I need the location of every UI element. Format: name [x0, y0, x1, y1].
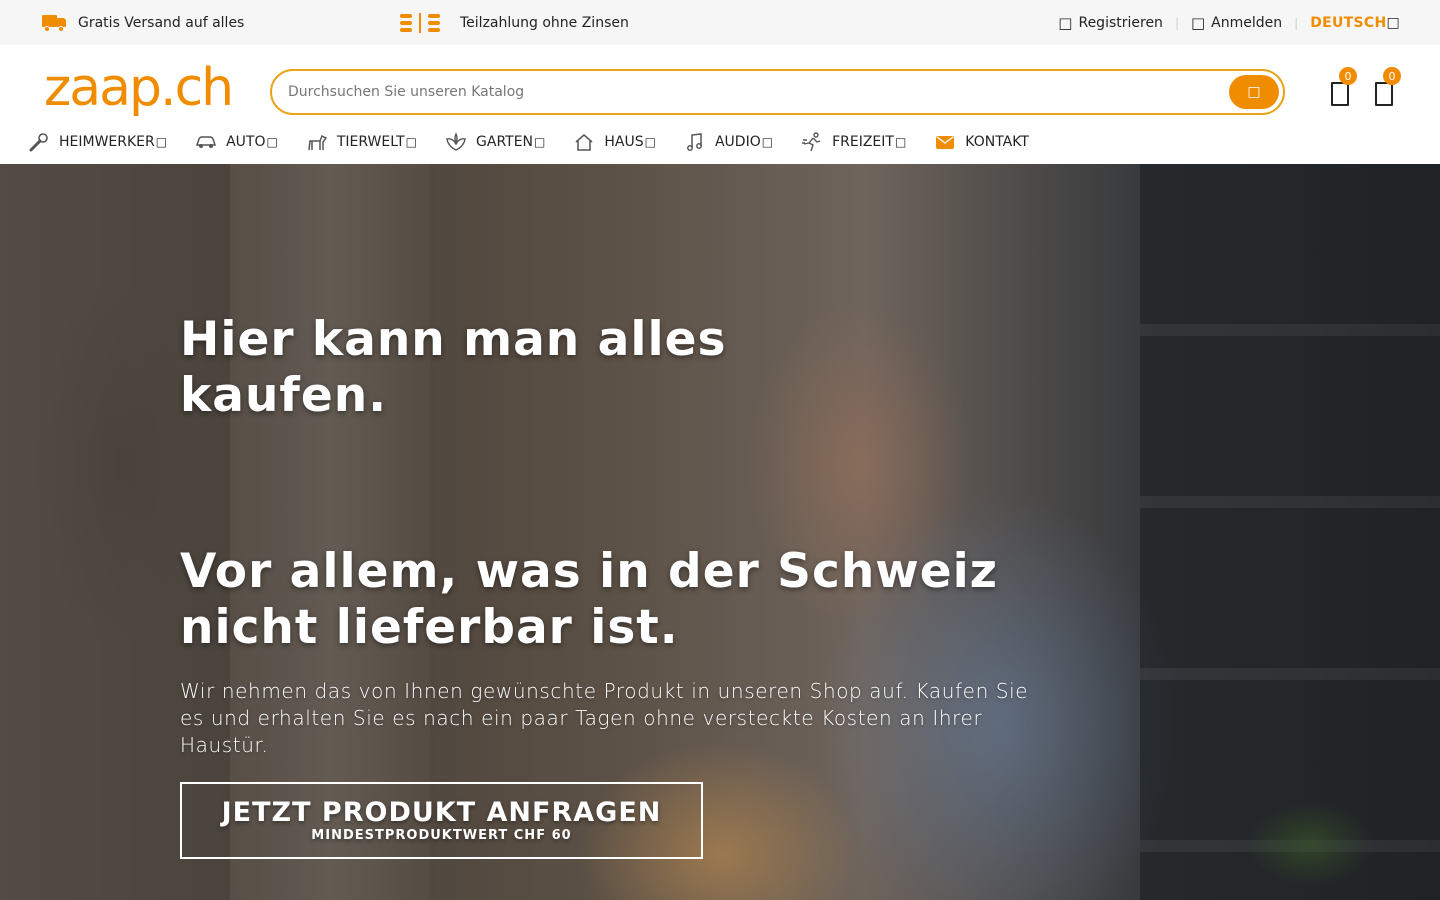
- chevron-down-icon: □: [644, 135, 656, 149]
- site-header: zaap.ch □ 0 0 HEIMWERKER□ AUTO□: [0, 45, 1440, 164]
- nav-label: HEIMWERKER: [59, 134, 155, 150]
- wishlist-button[interactable]: 0: [1330, 67, 1357, 109]
- search-input[interactable]: [288, 71, 1218, 113]
- main-navigation: HEIMWERKER □ AUTO □ TIERWELT □ GARTEN □ HAUS…: [0, 125, 1440, 159]
- house-icon: [573, 132, 595, 152]
- wrench-icon: [28, 132, 50, 152]
- register-link[interactable]: □ Registrieren: [1058, 14, 1163, 32]
- nav-item-garten[interactable]: GARTEN □: [445, 132, 545, 152]
- shopping-bag-icon: [1375, 82, 1393, 106]
- hero-headline-secondary: Vor allem, was in der Schweiz nicht lief…: [180, 544, 999, 655]
- hero-banner: Hier kann man alles kaufen. Vor allem, w…: [0, 164, 1440, 900]
- nav-label: AUTO: [226, 134, 266, 150]
- nav-label: KONTAKT: [965, 134, 1029, 150]
- divider: |: [1174, 15, 1179, 30]
- nav-item-haus[interactable]: HAUS □: [573, 132, 656, 152]
- account-links: □ Registrieren | □ Anmelden | DEUTSCH □: [1058, 0, 1400, 45]
- cta-label: JETZT PRODUKT ANFRAGEN: [221, 796, 662, 828]
- cart-button[interactable]: 0: [1374, 67, 1401, 109]
- nav-item-kontakt[interactable]: KONTAKT: [934, 132, 1029, 152]
- request-product-button[interactable]: JETZT PRODUKT ANFRAGEN MINDESTPRODUKTWER…: [180, 782, 703, 859]
- free-shipping-label: Gratis Versand auf alles: [78, 14, 245, 31]
- heart-bag-icon: [1331, 82, 1349, 106]
- nav-item-auto[interactable]: AUTO □: [195, 132, 278, 152]
- language-label: DEUTSCH: [1310, 14, 1387, 31]
- chevron-down-icon: □: [894, 135, 907, 149]
- user-plus-icon: □: [1058, 13, 1073, 32]
- chevron-down-icon: □: [761, 135, 774, 149]
- nav-item-tierwelt[interactable]: TIERWELT □: [306, 132, 417, 152]
- login-link[interactable]: □ Anmelden: [1191, 14, 1282, 32]
- search-bar: □: [270, 69, 1285, 115]
- runner-icon: [801, 132, 823, 152]
- header-actions: 0 0: [1330, 67, 1401, 109]
- hero-headline-primary: Hier kann man alles kaufen.: [180, 312, 727, 423]
- logo[interactable]: zaap.ch: [44, 58, 234, 118]
- hero-description: Wir nehmen das von Ihnen gewünschte Prod…: [180, 679, 1029, 757]
- installment-notice: Teilzahlung ohne Zinsen: [400, 0, 629, 45]
- nav-label: TIERWELT: [336, 134, 405, 150]
- nav-item-audio[interactable]: AUDIO □: [684, 132, 773, 152]
- login-label: Anmelden: [1211, 14, 1283, 31]
- nav-label: AUDIO: [714, 134, 761, 150]
- register-label: Registrieren: [1078, 14, 1163, 31]
- truck-icon: [42, 14, 66, 32]
- chevron-down-icon: □: [266, 135, 278, 149]
- nav-label: FREIZEIT: [832, 134, 894, 150]
- top-bar: Gratis Versand auf alles Teilzahlung ohn…: [0, 0, 1440, 45]
- user-icon: □: [1190, 13, 1206, 32]
- coins-icon: [400, 12, 440, 33]
- chevron-down-icon: □: [155, 135, 168, 149]
- divider: |: [1294, 15, 1299, 30]
- installment-label: Teilzahlung ohne Zinsen: [460, 14, 629, 31]
- nav-label: HAUS: [604, 134, 644, 150]
- car-icon: [195, 132, 217, 152]
- nav-item-heimwerker[interactable]: HEIMWERKER □: [28, 132, 167, 152]
- chevron-down-icon: □: [405, 135, 418, 149]
- search-button[interactable]: □: [1229, 75, 1279, 109]
- wishlist-count-badge: 0: [1339, 67, 1357, 85]
- music-note-icon: [684, 132, 706, 152]
- chevron-down-icon: □: [1386, 14, 1400, 31]
- nav-label: GARTEN: [476, 134, 534, 150]
- free-shipping-notice: Gratis Versand auf alles: [42, 0, 244, 45]
- dog-icon: [306, 132, 328, 152]
- search-icon: □: [1247, 84, 1261, 100]
- leaf-icon: [445, 132, 467, 152]
- nav-item-freizeit[interactable]: FREIZEIT □: [801, 132, 906, 152]
- language-selector[interactable]: DEUTSCH □: [1310, 15, 1400, 31]
- cta-sublabel: MINDESTPRODUKTWERT CHF 60: [311, 827, 572, 843]
- chevron-down-icon: □: [534, 135, 546, 149]
- envelope-icon: [934, 132, 956, 152]
- cart-count-badge: 0: [1383, 67, 1401, 85]
